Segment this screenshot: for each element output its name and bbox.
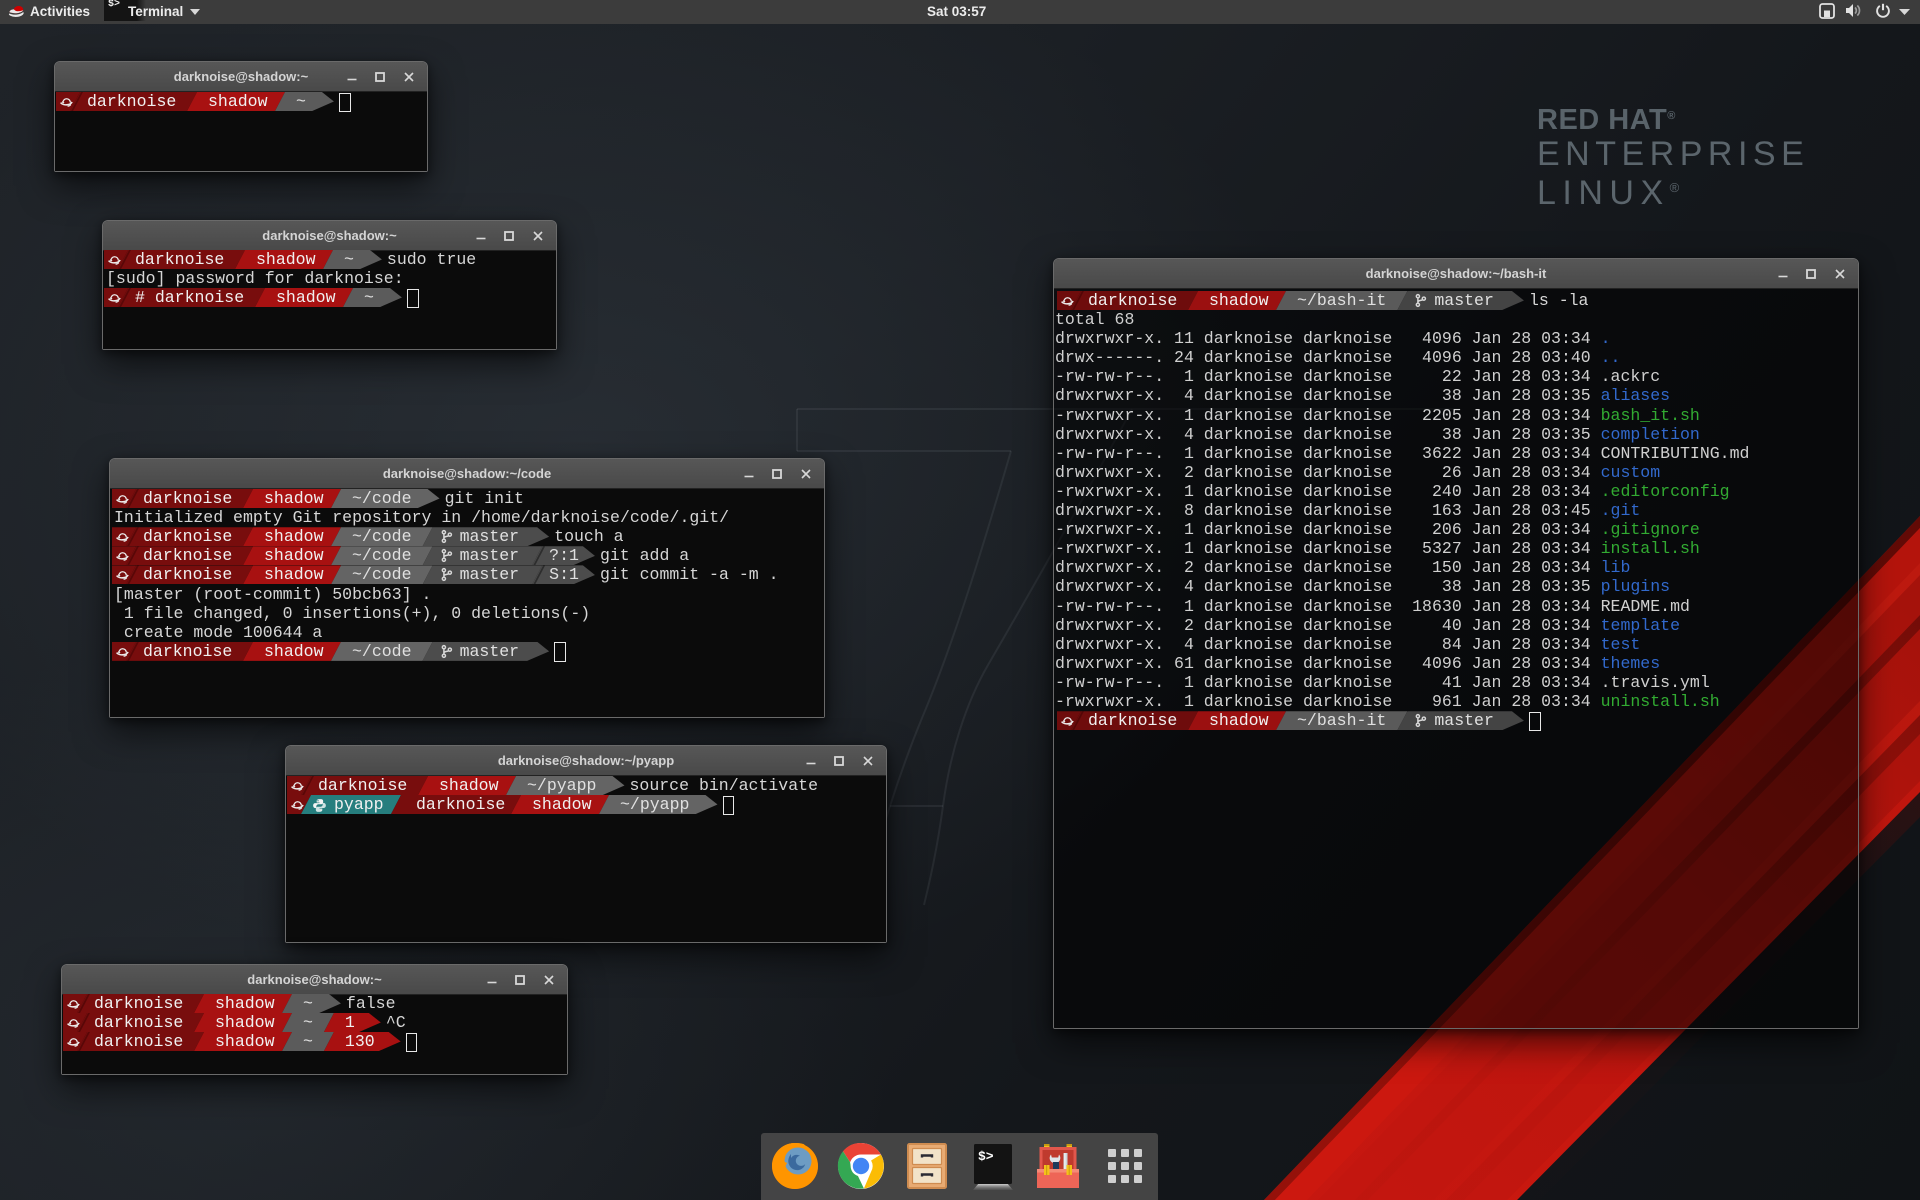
svg-text:$>: $> bbox=[978, 1149, 994, 1164]
